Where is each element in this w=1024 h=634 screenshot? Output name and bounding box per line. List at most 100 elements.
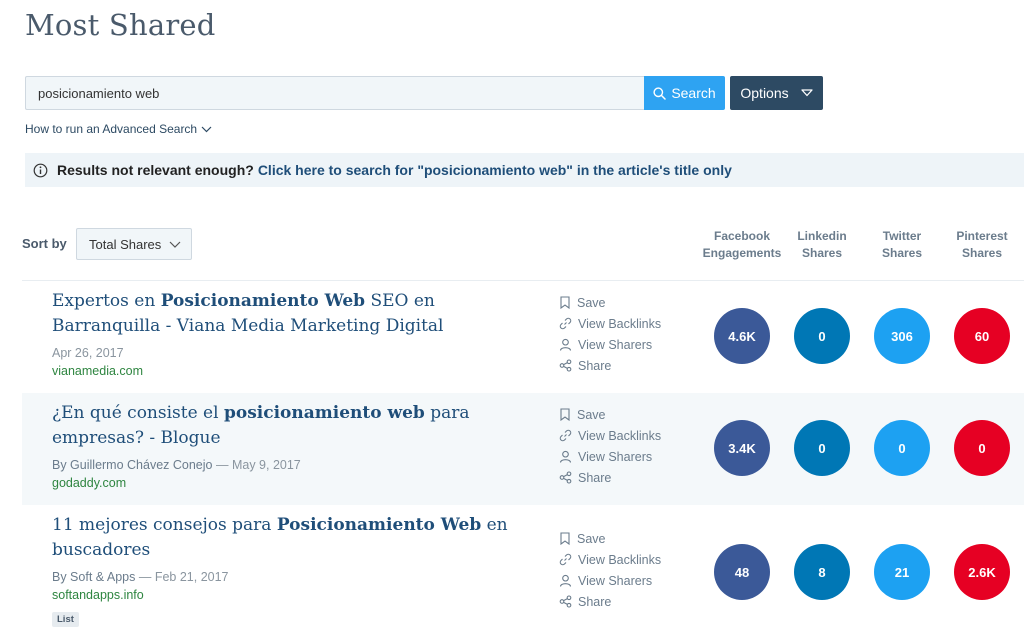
share-button[interactable]: Share (559, 467, 661, 488)
action-label: View Backlinks (578, 428, 662, 443)
action-label: Share (578, 470, 612, 485)
view-sharers-button[interactable]: View Sharers (559, 570, 661, 591)
caret-down-icon (800, 89, 813, 97)
action-label: Share (578, 358, 612, 373)
action-label: Save (577, 295, 606, 310)
view-backlinks-button[interactable]: View Backlinks (559, 425, 661, 446)
article-author: By Guillermo Chávez Conejo (52, 458, 213, 472)
view-backlinks-button[interactable]: View Backlinks (559, 549, 661, 570)
facebook-engagements-count: 4.6K (714, 308, 770, 364)
article-date: Apr 26, 2017 (52, 346, 124, 360)
save-button[interactable]: Save (559, 292, 661, 313)
action-label: Save (577, 407, 606, 422)
column-header-line: Engagements (702, 246, 782, 260)
sort-value: Total Shares (89, 236, 162, 252)
relevance-notice: Results not relevant enough? Click here … (25, 153, 1024, 187)
advanced-search-label: How to run an Advanced Search (25, 122, 198, 136)
search-button[interactable]: Search (644, 76, 725, 110)
article-title-link[interactable]: 11 mejores consejos para Posicionamiento… (52, 513, 532, 563)
pinterest-shares-count: 2.6K (954, 544, 1010, 600)
link-icon (559, 317, 572, 330)
action-label: View Sharers (578, 337, 653, 352)
column-header-twitter[interactable]: Twitter Shares (862, 228, 942, 262)
twitter-shares-count: 21 (874, 544, 930, 600)
article-title-link[interactable]: Expertos en Posicionamiento Web SEO en B… (52, 289, 532, 339)
title-part: 11 mejores consejos para (52, 515, 277, 535)
title-only-search-link[interactable]: Click here to search for "posicionamient… (258, 162, 732, 178)
title-keyword: Posicionamiento Web (276, 515, 482, 535)
article-date: Feb 21, 2017 (154, 570, 229, 584)
search-icon (653, 86, 667, 100)
share-icon (559, 359, 572, 372)
bookmark-icon (560, 296, 570, 309)
column-header-facebook[interactable]: Facebook Engagements (702, 228, 782, 262)
column-header-line: Shares (801, 246, 843, 260)
link-icon (559, 429, 572, 442)
byline: By Soft & Apps — Feb 21, 2017 (52, 570, 229, 584)
action-label: Save (577, 531, 606, 546)
title-keyword: Posicionamiento Web (160, 291, 366, 311)
save-button[interactable]: Save (559, 528, 661, 549)
title-part: Expertos en (52, 291, 161, 311)
article-actions: Save View Backlinks View Sharers Share (559, 404, 661, 488)
article-domain[interactable]: vianamedia.com (52, 364, 143, 378)
column-header-line: Shares (881, 246, 923, 260)
twitter-shares-count: 0 (874, 420, 930, 476)
sort-select[interactable]: Total Shares (76, 228, 192, 260)
article-domain[interactable]: softandapps.info (52, 588, 144, 602)
view-sharers-button[interactable]: View Sharers (559, 334, 661, 355)
search-input[interactable] (25, 76, 644, 110)
user-icon (559, 574, 572, 587)
action-label: View Backlinks (578, 316, 662, 331)
facebook-engagements-count: 3.4K (714, 420, 770, 476)
search-button-label: Search (671, 85, 716, 101)
options-button-label: Options (740, 85, 789, 101)
byline: By Guillermo Chávez Conejo — May 9, 2017 (52, 458, 301, 472)
column-header-line: Shares (961, 246, 1003, 260)
byline: Apr 26, 2017 (52, 346, 124, 360)
user-icon (559, 338, 572, 351)
share-button[interactable]: Share (559, 355, 661, 376)
share-button[interactable]: Share (559, 591, 661, 612)
user-icon (559, 450, 572, 463)
chevron-down-icon (169, 241, 181, 248)
content-type-tag: List (52, 612, 79, 627)
facebook-engagements-count: 48 (714, 544, 770, 600)
linkedin-shares-count: 0 (794, 308, 850, 364)
article-actions: Save View Backlinks View Sharers Share (559, 292, 661, 376)
title-keyword: posicionamiento web (223, 403, 425, 423)
column-header-linkedin[interactable]: Linkedin Shares (782, 228, 862, 262)
share-icon (559, 595, 572, 608)
link-icon (559, 553, 572, 566)
article-row: Expertos en Posicionamiento Web SEO en B… (22, 281, 1024, 393)
save-button[interactable]: Save (559, 404, 661, 425)
options-button[interactable]: Options (730, 76, 823, 110)
column-header-line: Pinterest (956, 229, 1008, 243)
article-title-link[interactable]: ¿En qué consiste el posicionamiento web … (52, 401, 532, 451)
article-row: 11 mejores consejos para Posicionamiento… (22, 505, 1024, 634)
article-actions: Save View Backlinks View Sharers Share (559, 528, 661, 612)
column-header-pinterest[interactable]: Pinterest Shares (942, 228, 1022, 262)
action-label: Share (578, 594, 612, 609)
chevron-down-icon (201, 126, 212, 132)
article-date: May 9, 2017 (231, 458, 301, 472)
article-row: ¿En qué consiste el posicionamiento web … (22, 393, 1024, 505)
view-backlinks-button[interactable]: View Backlinks (559, 313, 661, 334)
pinterest-shares-count: 0 (954, 420, 1010, 476)
action-label: View Backlinks (578, 552, 662, 567)
pinterest-shares-count: 60 (954, 308, 1010, 364)
info-icon (33, 163, 48, 178)
column-header-line: Facebook (713, 229, 770, 243)
notice-text: Results not relevant enough? (57, 162, 254, 178)
article-domain[interactable]: godaddy.com (52, 476, 126, 490)
bookmark-icon (560, 408, 570, 421)
linkedin-shares-count: 8 (794, 544, 850, 600)
search-bar: Search Options (25, 76, 823, 110)
column-header-line: Linkedin (797, 229, 847, 243)
view-sharers-button[interactable]: View Sharers (559, 446, 661, 467)
column-header-line: Twitter (882, 229, 922, 243)
action-label: View Sharers (578, 449, 653, 464)
advanced-search-link[interactable]: How to run an Advanced Search (25, 122, 212, 136)
article-author: By Soft & Apps (52, 570, 136, 584)
linkedin-shares-count: 0 (794, 420, 850, 476)
